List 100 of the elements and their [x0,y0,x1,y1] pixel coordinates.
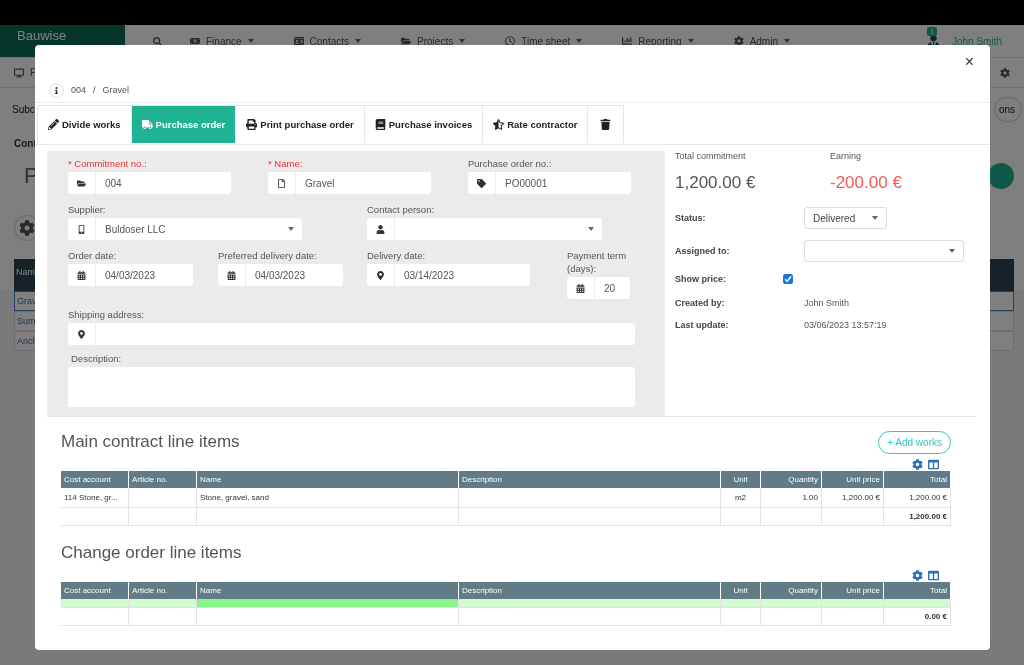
input-field[interactable] [68,323,635,345]
table-cell: 114 Stone, gr... [61,488,129,508]
table-cell [61,508,129,526]
delete-tab[interactable] [587,105,625,143]
printer-icon [246,119,258,130]
settings-icon[interactable] [1000,67,1010,78]
folder-icon [401,36,412,46]
columns-icon[interactable] [928,458,939,470]
close-button[interactable]: × [960,52,978,71]
column-header: Total [884,471,951,488]
truck-icon [141,119,153,130]
table-cell [761,508,822,526]
breadcrumb-item[interactable]: Gravel [102,85,130,95]
chart-icon [622,36,633,46]
field-label: Order date: [68,249,118,262]
column-header: Article no. [129,582,197,599]
caret-icon [872,216,878,220]
field-label: Show price: [675,274,726,284]
calendar-icon [77,270,86,280]
stat-value: 1,200.00 € [675,173,757,193]
user-icon [376,224,385,234]
file-icon [277,178,286,188]
settings-icon[interactable] [912,569,923,581]
folder-icon [77,178,86,188]
pencil-icon [48,119,59,130]
field-label: Payment term (days): [567,249,628,275]
field-label: * Commitment no.: [68,157,148,170]
table-cell [822,608,884,626]
money-icon [190,36,200,46]
input-field[interactable]: 004 [68,172,231,194]
table-cell: 1,200.00 € [822,488,884,508]
input-field[interactable]: 04/03/2023 [68,264,193,286]
input-field[interactable]: Gravel [268,172,431,194]
column-header: Name [197,582,459,599]
caret-icon [288,227,294,231]
table-cell [822,508,884,526]
calendar-icon [227,270,236,280]
stat-label: Earning [830,151,863,161]
calendar-icon [576,283,585,293]
column-header: Name [197,471,459,488]
section-title: Main contract line items [61,432,240,452]
tab[interactable]: Divide works [37,105,132,143]
column-header: Description [459,471,721,488]
column-header: Unit price [822,471,884,488]
column-header: Unit price [822,582,884,599]
add-button[interactable] [988,163,1014,189]
field-label: Delivery date: [367,249,427,262]
table-cell: 1,200.00 € [884,488,951,508]
column-header: Quantity [761,471,822,488]
column-header: Cost account [61,582,129,599]
columns-icon[interactable] [928,569,939,581]
field-label: Shipping address: [68,308,146,321]
input-field[interactable]: 04/03/2023 [218,264,343,286]
field-label: Description: [70,352,123,365]
trash-icon [600,119,612,130]
breadcrumb-item[interactable]: 004 [71,85,87,95]
field-label: Purchase order no.: [468,157,553,170]
input-field[interactable]: 03/14/2023 [367,264,530,286]
field-label: Contact person: [367,203,436,216]
column-header: Quantity [761,582,822,599]
field-label: * Name: [268,157,304,170]
monitor-icon [14,67,24,78]
column-header: Unit [721,471,761,488]
column-header: Total [884,582,951,599]
tag-icon [477,178,486,188]
phone-icon [77,224,86,234]
caret-icon [588,227,594,231]
clock-icon [505,36,516,46]
section-title: Change order line items [61,543,242,563]
stat-value: -200.00 € [830,173,903,193]
stat-label: Total commitment [675,151,747,161]
table-cell [129,608,197,626]
search-icon[interactable] [153,36,162,46]
section-label: Subc [12,103,35,115]
select-field[interactable]: Buldoser LLC [68,218,302,240]
id-card-icon [293,36,304,46]
field-label: Assigned to: [675,246,731,256]
settings-icon[interactable] [912,458,923,470]
input-field[interactable]: 20 [567,277,630,299]
checkbox[interactable] [783,274,793,284]
select-field[interactable] [367,218,602,240]
caret-icon [949,249,955,253]
table-cell [129,508,197,526]
field-label: Preferred delivery date: [218,249,318,262]
field-label: Supplier: [68,203,107,216]
field-label: Status: [675,213,707,223]
column-header: Unit [721,582,761,599]
field-label: Last update: [675,320,730,330]
book-icon [374,119,386,130]
table-cell [721,608,761,626]
star-icon [493,119,505,130]
table-cell [129,488,197,508]
settings-icon [733,36,744,46]
column-header: Article no. [129,471,197,488]
status-select[interactable]: Delivered [804,207,887,229]
table-cell [761,608,822,626]
field-label: Created by: [675,298,726,308]
breadcrumb-separator: / [93,85,96,95]
field-value: 03/06/2023 13:57:19 [804,320,888,330]
input-field[interactable]: PO00001 [468,172,631,194]
